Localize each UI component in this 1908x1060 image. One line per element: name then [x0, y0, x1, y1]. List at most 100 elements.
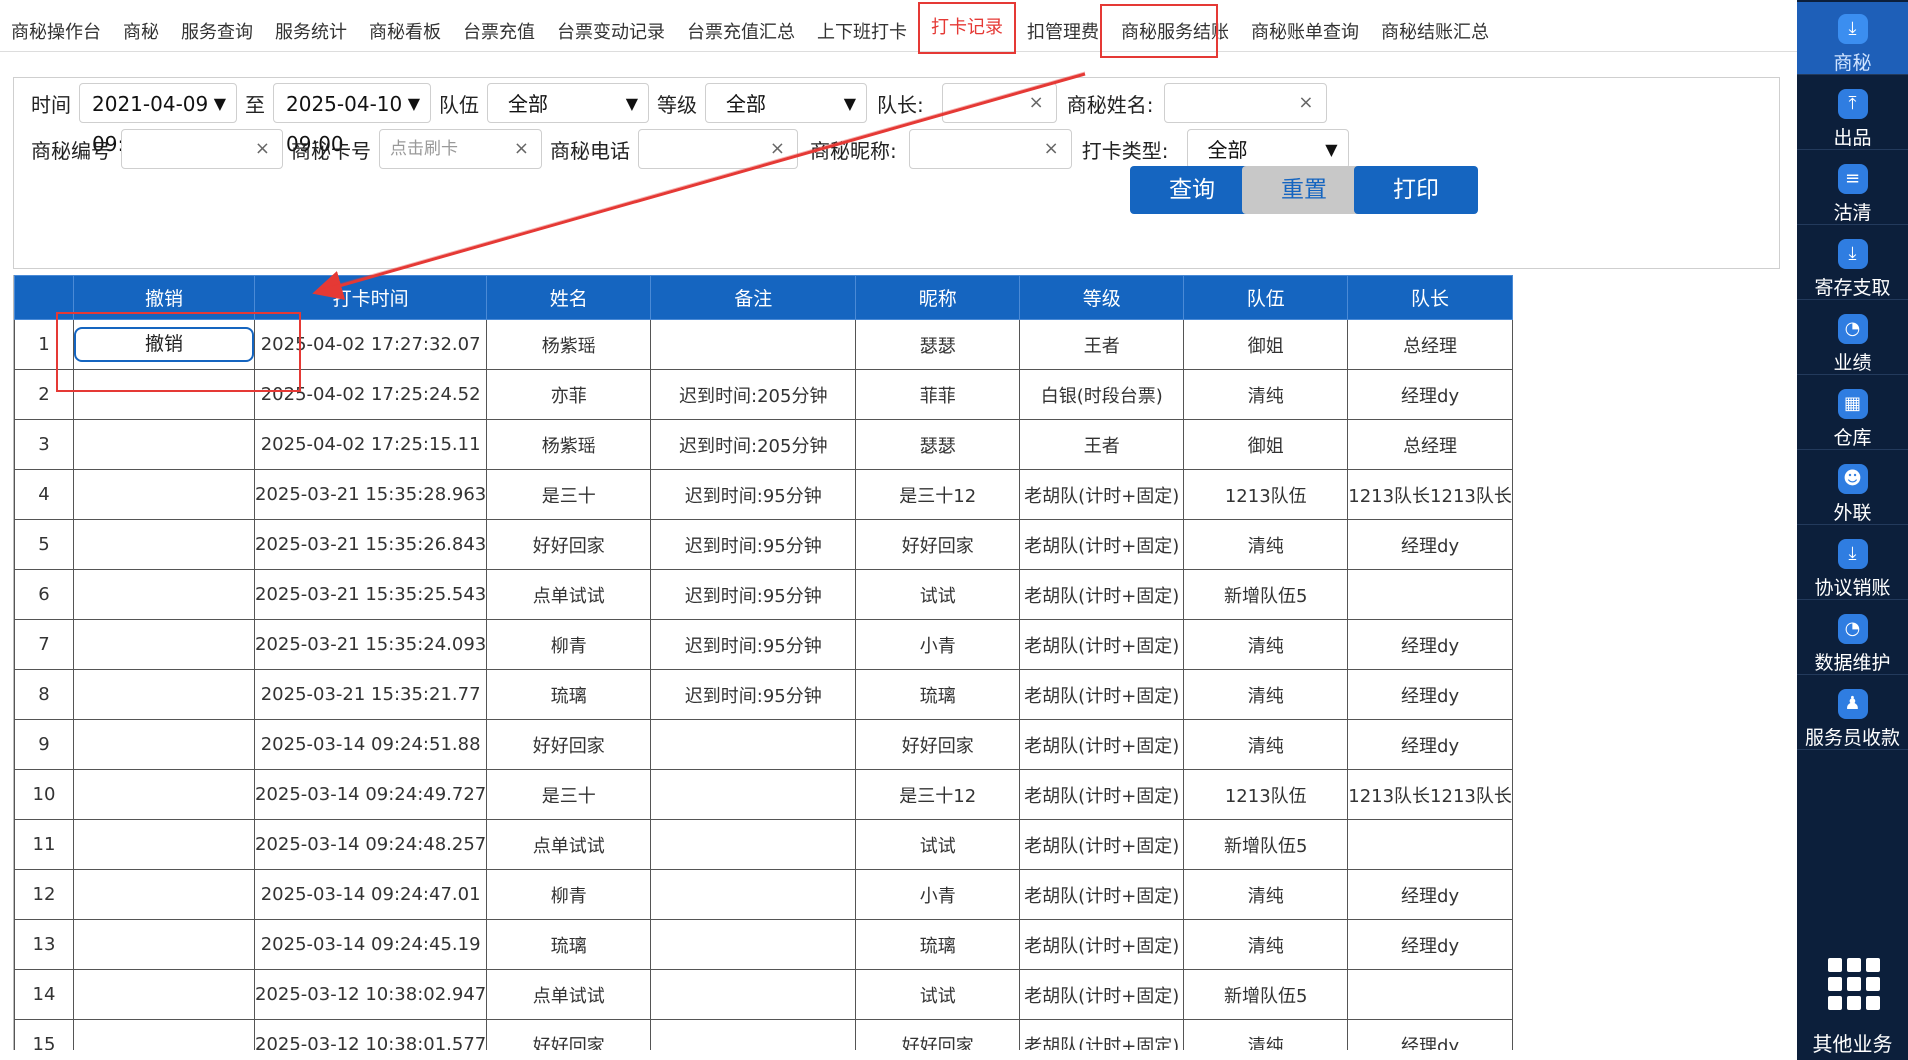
table-cell: 杨紫瑶	[486, 319, 652, 370]
tab-7[interactable]: 台票充值汇总	[676, 8, 806, 44]
number-input[interactable]: ×	[121, 129, 283, 169]
table-cell: 2025-03-21 15:35:24.093	[253, 619, 488, 670]
table-cell: 2025-03-21 15:35:26.843	[253, 519, 488, 570]
page: 商秘操作台 商秘 服务查询 服务统计 商秘看板 台票充值 台票变动记录 台票充值汇总 上下班打卡…	[0, 0, 1908, 1060]
sidebar-item-0[interactable]: ⤓ 商秘	[1797, 2, 1908, 75]
table-body: 1 撤销 2025-04-02 17:27:32.07 杨紫瑶 瑟瑟 王者 御姐 总经理 2 20…	[14, 319, 1513, 1050]
sidebar-item-6[interactable]: ☻ 外联	[1797, 452, 1908, 525]
sidebar-item-2[interactable]: ≡ 沽清	[1797, 152, 1908, 225]
table-cell: 琉璃	[486, 669, 652, 720]
records-table: 撤销 打卡时间 姓名 备注 昵称 等级 队伍 队长 1 撤销 2025-04-02 17:27:3…	[14, 275, 1513, 1050]
nickname-input[interactable]: ×	[908, 129, 1072, 169]
table-cell: 柳青	[486, 619, 652, 670]
tab-8[interactable]: 上下班打卡	[806, 8, 918, 44]
query-button[interactable]: 查询	[1130, 166, 1254, 214]
tab-1[interactable]: 商秘	[112, 8, 170, 44]
column-header: 等级	[1019, 275, 1185, 320]
tab-0[interactable]: 商秘操作台	[0, 8, 112, 44]
table-cell: 8	[14, 669, 74, 720]
tab-2[interactable]: 服务查询	[170, 8, 264, 44]
reset-button[interactable]: 重置	[1242, 166, 1366, 214]
other-business-label[interactable]: 其他业务	[1797, 1028, 1908, 1057]
table-cell	[650, 819, 857, 870]
undo-button[interactable]: 撤销	[74, 327, 254, 362]
table-row: 13 2025-03-14 09:24:45.19 琉璃 琉璃 老胡队(计时+固定) 清纯…	[14, 919, 1513, 970]
time-end-select[interactable]: 2025-04-10 09:00 ▼	[273, 83, 431, 156]
to-label: 至	[245, 92, 265, 117]
sidebar-item-label: 外联	[1833, 502, 1872, 524]
tab-11[interactable]: 商秘服务结账	[1110, 8, 1240, 44]
table-cell: 2025-03-21 15:35:21.77	[253, 669, 488, 720]
name-input[interactable]: ×	[1163, 83, 1327, 123]
tab-5[interactable]: 台票充值	[452, 8, 546, 44]
table-cell: 小青	[855, 619, 1021, 670]
table-cell: 琉璃	[486, 919, 652, 970]
column-header: 姓名	[486, 275, 652, 320]
table-cell: 菲菲	[855, 369, 1021, 420]
level-select[interactable]: 全部 ▼	[705, 83, 867, 123]
column-header	[14, 275, 74, 320]
table-cell: 11	[14, 819, 74, 870]
table-cell: 老胡队(计时+固定)	[1019, 769, 1185, 820]
sidebar-item-label: 沽清	[1833, 202, 1872, 224]
table-row: 11 2025-03-14 09:24:48.257 点单试试 试试 老胡队(计时+固定…	[14, 819, 1513, 870]
table-cell: 清纯	[1183, 719, 1349, 770]
tab-9[interactable]: 打卡记录	[918, 1, 1016, 54]
clear-icon[interactable]: ×	[255, 130, 270, 168]
table-cell: 王者	[1019, 419, 1185, 470]
table-cell: 经理dy	[1347, 669, 1513, 720]
tab-4[interactable]: 商秘看板	[358, 8, 452, 44]
table-row: 6 2025-03-21 15:35:25.543 点单试试 迟到时间:95分钟 试试老…	[14, 569, 1513, 620]
grid-menu-icon[interactable]	[1828, 958, 1880, 1010]
table-cell: 总经理	[1347, 419, 1513, 470]
table-cell: 2025-03-12 10:38:02.947	[253, 969, 488, 1020]
sidebar-item-8[interactable]: ◔ 数据维护	[1797, 602, 1908, 675]
sidebar-item-4[interactable]: ◔ 业绩	[1797, 302, 1908, 375]
print-button[interactable]: 打印	[1354, 166, 1478, 214]
tab-13[interactable]: 商秘结账汇总	[1370, 8, 1500, 44]
table-cell: 老胡队(计时+固定)	[1019, 719, 1185, 770]
clear-icon[interactable]: ×	[514, 130, 529, 168]
name-label: 商秘姓名:	[1066, 92, 1154, 117]
phone-input[interactable]: ×	[638, 129, 798, 169]
tab-10[interactable]: 扣管理费	[1016, 8, 1110, 44]
table-cell: 9	[14, 719, 74, 770]
sidebar-item-label: 出品	[1833, 127, 1872, 149]
tab-3[interactable]: 服务统计	[264, 8, 358, 44]
table-cell	[650, 719, 857, 770]
tab-6[interactable]: 台票变动记录	[546, 8, 676, 44]
table-cell: 清纯	[1183, 619, 1349, 670]
clear-icon[interactable]: ×	[1029, 84, 1044, 122]
tab-12[interactable]: 商秘账单查询	[1240, 8, 1370, 44]
team-select[interactable]: 全部 ▼	[487, 83, 649, 123]
card-input[interactable]: 点击刷卡 ×	[379, 129, 542, 169]
table-cell: 是三十	[486, 769, 652, 820]
table-cell: 15	[14, 1019, 74, 1050]
undo-cell	[73, 669, 255, 720]
table-cell: 是三十12	[855, 769, 1021, 820]
table-cell: 2025-03-14 09:24:49.727	[253, 769, 488, 820]
clear-icon[interactable]: ×	[770, 130, 785, 168]
captain-input[interactable]: ×	[941, 83, 1057, 123]
sidebar-item-9[interactable]: ♟ 服务员收款	[1797, 677, 1908, 750]
time-start-select[interactable]: 2021-04-09 09:00 ▼	[79, 83, 237, 156]
filter-row-2: 商秘编号 × 商秘卡号 点击刷卡 × 商秘电话 × 商秘昵称: × 打卡类型:	[31, 129, 1349, 169]
table-cell: 老胡队(计时+固定)	[1019, 1019, 1185, 1050]
sidebar-item-3[interactable]: ⤓ 寄存支取	[1797, 227, 1908, 300]
clear-icon[interactable]: ×	[1044, 130, 1059, 168]
user-icon: ☻	[1837, 464, 1868, 494]
clear-icon[interactable]: ×	[1298, 84, 1313, 122]
table-cell	[650, 769, 857, 820]
table-cell: 新增队伍5	[1183, 569, 1349, 620]
table-cell: 2025-03-21 15:35:25.543	[253, 569, 488, 620]
table-cell: 1	[14, 319, 74, 370]
table-cell: 经理dy	[1347, 619, 1513, 670]
sidebar-item-1[interactable]: ⤒ 出品	[1797, 77, 1908, 150]
table-cell: 老胡队(计时+固定)	[1019, 969, 1185, 1020]
type-select[interactable]: 全部 ▼	[1186, 129, 1349, 169]
sidebar-item-5[interactable]: ▦ 仓库	[1797, 377, 1908, 450]
table-cell: 老胡队(计时+固定)	[1019, 569, 1185, 620]
table-row: 3 2025-04-02 17:25:15.11 杨紫瑶 迟到时间:205分钟 瑟瑟 王者…	[14, 419, 1513, 470]
table-cell: 清纯	[1183, 369, 1349, 420]
sidebar-item-7[interactable]: ⤓ 协议销账	[1797, 527, 1908, 600]
